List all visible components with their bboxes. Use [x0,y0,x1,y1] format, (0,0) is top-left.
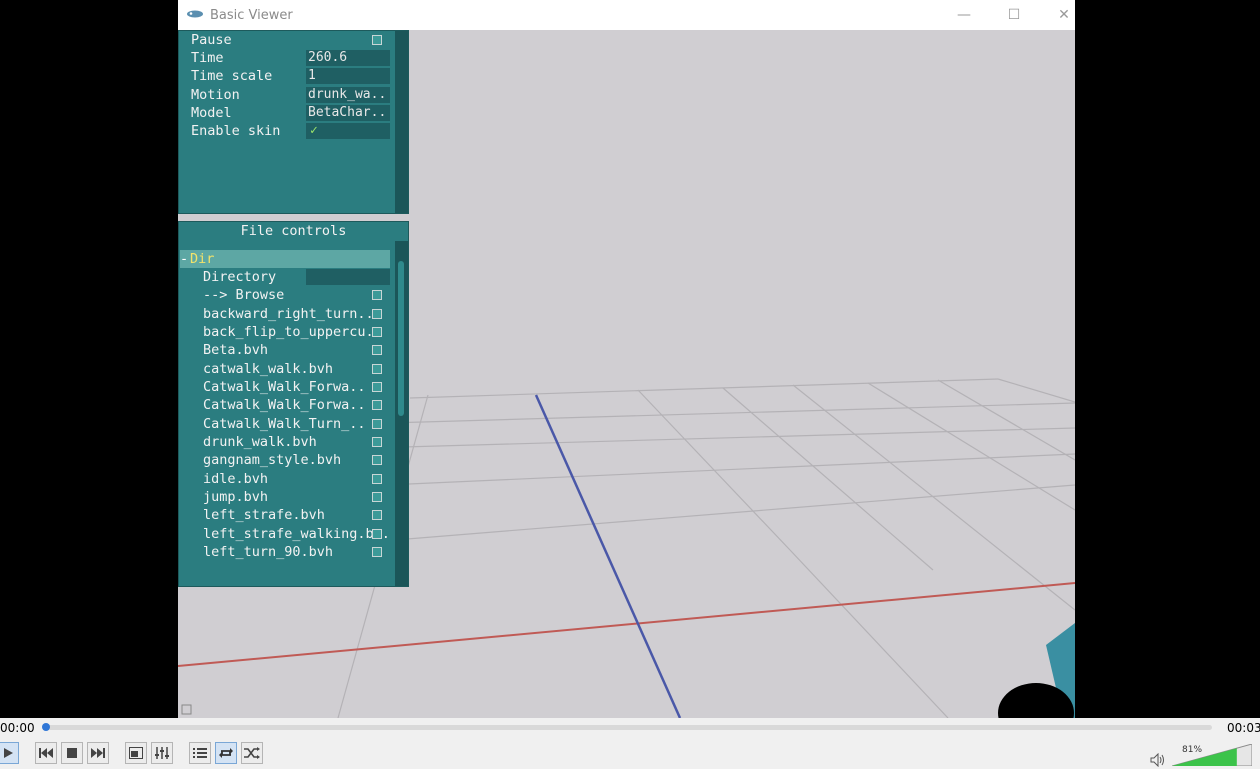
screen: Basic Viewer — ☐ ✕ Pause Time 260.6 Time… [0,0,1260,769]
file-checkbox[interactable] [372,492,382,502]
file-checkbox[interactable] [372,437,382,447]
scrollbar-thumb[interactable] [398,261,404,416]
stop-icon [67,748,77,758]
media-player-controls: 00:00 00:03 81% [0,718,1260,769]
main-control-panel: Pause Time 260.6 Time scale 1 Motion dru… [178,30,409,214]
volume-slider[interactable] [1171,743,1253,767]
z-axis-line [534,394,682,718]
maximize-button[interactable]: ☐ [991,0,1037,30]
file-checkbox[interactable] [372,529,382,539]
play-button[interactable] [0,742,19,764]
file-item: back_flip_to_uppercu.. [203,324,382,340]
model-label: Model [191,105,232,121]
dir-group-label: Dir [190,251,215,267]
file-item: gangnam_style.bvh [203,452,342,468]
directory-label: Directory [203,269,277,285]
loop-button[interactable] [215,742,237,764]
speaker-icon[interactable] [1150,752,1166,769]
title-bar[interactable]: Basic Viewer — ☐ ✕ [178,0,1075,30]
time-label: Time [191,50,224,66]
file-controls-title: File controls [240,223,347,239]
file-panel-scrollbar[interactable] [395,241,408,586]
basic-viewer-window: Basic Viewer — ☐ ✕ Pause Time 260.6 Time… [178,0,1075,718]
enable-skin-checkbox[interactable]: ✓ [306,123,390,139]
model-select[interactable]: BetaChar.. [306,105,390,121]
file-checkbox[interactable] [372,547,382,557]
resize-grip-icon [181,704,192,715]
main-panel-scrollbar[interactable] [395,31,408,213]
fullscreen-icon [129,747,143,759]
file-item: drunk_walk.bvh [203,434,317,450]
enable-skin-label: Enable skin [191,123,281,139]
file-checkbox[interactable] [372,309,382,319]
file-checkbox[interactable] [372,382,382,392]
window-title: Basic Viewer [210,7,293,23]
time-scale-label: Time scale [191,68,273,84]
app-icon [186,8,206,23]
seek-bar[interactable] [42,723,1212,731]
file-checkbox[interactable] [372,455,382,465]
elapsed-time: 00:00 [0,721,35,735]
playlist-icon [193,748,207,758]
time-field[interactable]: 260.6 [306,50,390,66]
minimize-button[interactable]: — [941,0,987,30]
playlist-button[interactable] [189,742,211,764]
previous-button[interactable] [35,742,57,764]
shuffle-icon [244,747,260,759]
skip-back-icon [39,748,53,758]
file-checkbox[interactable] [372,345,382,355]
total-time: 00:03 [1227,721,1260,735]
play-icon [4,748,13,758]
extended-settings-button[interactable] [151,742,173,764]
file-item: idle.bvh [203,471,269,487]
motion-label: Motion [191,87,240,103]
file-item: left_turn_90.bvh [203,544,334,560]
stop-button[interactable] [61,742,83,764]
time-scale-field[interactable]: 1 [306,68,390,84]
directory-field[interactable] [306,269,390,285]
collapse-toggle-icon[interactable]: - [180,250,190,268]
browse-label: --> Browse [203,287,285,303]
file-item: Catwalk_Walk_Turn_.. [203,416,366,432]
file-item: left_strafe_walking.b.. [203,526,390,542]
dir-group-header[interactable]: - Dir [180,250,390,268]
file-checkbox[interactable] [372,400,382,410]
file-checkbox[interactable] [372,327,382,337]
file-item: Catwalk_Walk_Forwa.. [203,397,366,413]
loop-icon [219,748,233,758]
browse-checkbox[interactable] [372,290,382,300]
close-button[interactable]: ✕ [1041,0,1075,30]
file-item: catwalk_walk.bvh [203,361,334,377]
file-checkbox[interactable] [372,474,382,484]
fullscreen-button[interactable] [125,742,147,764]
shuffle-button[interactable] [241,742,263,764]
pause-checkbox[interactable] [372,35,382,45]
file-item: Beta.bvh [203,342,269,358]
file-item: left_strafe.bvh [203,507,325,523]
seek-handle[interactable] [42,723,50,731]
file-controls-panel: File controls - Dir Directory --> Browse … [178,221,409,587]
file-item: Catwalk_Walk_Forwa.. [203,379,366,395]
skip-forward-icon [91,748,105,758]
equalizer-icon [155,747,169,759]
next-button[interactable] [87,742,109,764]
pause-label: Pause [191,32,232,48]
file-item: backward_right_turn.. [203,306,374,322]
file-checkbox[interactable] [372,419,382,429]
motion-select[interactable]: drunk_wa.. [306,87,390,103]
file-checkbox[interactable] [372,510,382,520]
file-item: jump.bvh [203,489,269,505]
file-checkbox[interactable] [372,364,382,374]
